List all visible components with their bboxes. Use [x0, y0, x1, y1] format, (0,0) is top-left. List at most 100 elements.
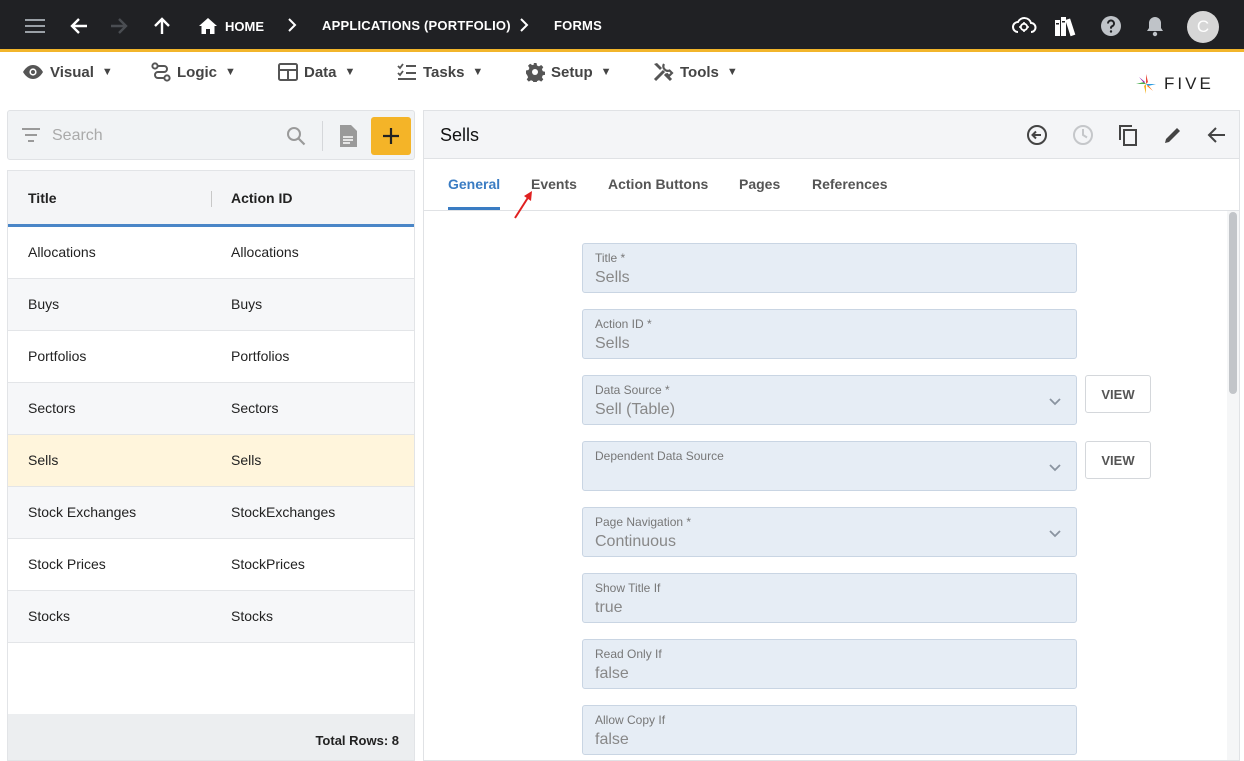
- row-title: Buys: [28, 296, 60, 312]
- field-show-title-if[interactable]: Show Title If true: [582, 573, 1077, 623]
- column-header-action-id[interactable]: Action ID: [231, 190, 292, 206]
- library-books-icon[interactable]: [1053, 13, 1079, 39]
- notifications-bell-icon[interactable]: [1142, 13, 1168, 39]
- table-header: Title Action ID: [8, 171, 414, 227]
- field-value: false: [595, 665, 629, 682]
- field-label: Allow Copy If: [595, 713, 666, 727]
- column-header-title[interactable]: Title: [28, 190, 57, 206]
- row-action-id: Sectors: [231, 400, 279, 416]
- field-value: Sell (Table): [595, 401, 676, 418]
- menu-visual[interactable]: Visual ▼: [22, 61, 113, 83]
- tab-general[interactable]: General: [448, 176, 500, 192]
- view-dependent-data-source-button[interactable]: VIEW: [1085, 441, 1151, 479]
- forward-arrow-icon[interactable]: [106, 13, 132, 39]
- field-page-navigation[interactable]: Page Navigation * Continuous: [582, 507, 1077, 557]
- user-avatar[interactable]: C: [1187, 11, 1219, 43]
- document-icon[interactable]: [338, 124, 358, 148]
- field-allow-copy-if[interactable]: Allow Copy If false: [582, 705, 1077, 755]
- close-back-arrow-icon[interactable]: [1204, 122, 1230, 148]
- table-row[interactable]: Stock Exchanges StockExchanges: [8, 487, 414, 539]
- detail-tabs: General Events Action Buttons Pages Refe…: [424, 159, 1239, 211]
- edit-pencil-icon[interactable]: [1160, 122, 1186, 148]
- menu-visual-label: Visual: [50, 63, 94, 81]
- field-label: Title *: [595, 251, 626, 265]
- column-divider: [211, 191, 212, 207]
- forms-table: Title Action ID Allocations Allocations …: [7, 170, 415, 761]
- row-title: Sells: [28, 452, 59, 468]
- table-row-selected[interactable]: Sells Sells: [8, 435, 414, 487]
- form-detail-panel: Sells General Events Action Buttons Page…: [423, 110, 1240, 761]
- table-row[interactable]: Portfolios Portfolios: [8, 331, 414, 383]
- table-icon: [278, 63, 298, 81]
- breadcrumb-home-label: HOME: [225, 18, 264, 34]
- chevron-right-icon: [520, 18, 529, 32]
- search-bar: [7, 110, 415, 160]
- breadcrumb-forms[interactable]: FORMS: [554, 18, 602, 33]
- table-row[interactable]: Allocations Allocations: [8, 227, 414, 279]
- view-data-source-button[interactable]: VIEW: [1085, 375, 1151, 413]
- field-label: Page Navigation *: [595, 515, 692, 529]
- filter-icon[interactable]: [22, 128, 40, 142]
- field-label: Dependent Data Source: [595, 449, 724, 463]
- scrollbar-thumb[interactable]: [1229, 212, 1237, 394]
- tab-events[interactable]: Events: [531, 176, 577, 192]
- tab-pages[interactable]: Pages: [739, 176, 780, 192]
- tasks-icon: [397, 63, 416, 80]
- table-row[interactable]: Buys Buys: [8, 279, 414, 331]
- copy-icon[interactable]: [1115, 122, 1141, 148]
- menu-logic[interactable]: Logic ▼: [151, 61, 236, 83]
- tab-action-buttons[interactable]: Action Buttons: [608, 176, 708, 192]
- field-title[interactable]: Title * Sells: [582, 243, 1077, 293]
- menu-tools[interactable]: Tools ▼: [652, 61, 738, 83]
- table-row[interactable]: Sectors Sectors: [8, 383, 414, 435]
- main-menu-bar: Visual ▼ Logic ▼ Data ▼ Tasks ▼ Setup ▼ …: [0, 55, 1244, 95]
- breadcrumb-applications[interactable]: APPLICATIONS (PORTFOLIO): [322, 18, 511, 33]
- field-read-only-if[interactable]: Read Only If false: [582, 639, 1077, 689]
- menu-setup-label: Setup: [551, 63, 593, 81]
- help-icon[interactable]: [1098, 13, 1124, 39]
- row-action-id: Buys: [231, 296, 263, 312]
- search-icon[interactable]: [286, 126, 306, 146]
- dropdown-caret-icon: ▼: [225, 66, 236, 78]
- field-dependent-data-source[interactable]: Dependent Data Source: [582, 441, 1077, 491]
- hamburger-menu-icon[interactable]: [22, 13, 48, 39]
- annotation-arrow-icon: [514, 191, 532, 219]
- menu-setup[interactable]: Setup ▼: [525, 61, 612, 83]
- field-label: Show Title If: [595, 581, 661, 595]
- chevron-right-icon: [288, 18, 297, 32]
- five-logo-text: FIVE: [1164, 74, 1214, 93]
- field-action-id[interactable]: Action ID * Sells: [582, 309, 1077, 359]
- row-title: Stocks: [28, 608, 71, 624]
- cloud-deploy-icon[interactable]: [1011, 13, 1037, 39]
- revert-icon[interactable]: [1024, 122, 1050, 148]
- field-value: Sells: [595, 335, 630, 352]
- plus-icon: [383, 128, 399, 144]
- home-icon: [199, 18, 217, 34]
- field-data-source[interactable]: Data Source * Sell (Table): [582, 375, 1077, 425]
- menu-tasks[interactable]: Tasks ▼: [397, 61, 483, 83]
- total-rows-count: Total Rows: 8: [315, 733, 399, 748]
- dropdown-caret-icon: ▼: [726, 66, 738, 78]
- field-label: Data Source *: [595, 383, 670, 397]
- up-arrow-icon[interactable]: [149, 13, 175, 39]
- field-value: true: [595, 599, 623, 616]
- row-action-id: Portfolios: [231, 348, 290, 364]
- gear-icon: [526, 63, 545, 82]
- five-logo-mark-icon: [1136, 74, 1156, 94]
- dropdown-caret-icon: ▼: [472, 66, 484, 78]
- table-row[interactable]: Stocks Stocks: [8, 591, 414, 643]
- add-button[interactable]: [371, 117, 411, 155]
- table-row[interactable]: Stock Prices StockPrices: [8, 539, 414, 591]
- menu-logic-label: Logic: [177, 63, 217, 81]
- back-arrow-icon[interactable]: [66, 13, 92, 39]
- tab-references[interactable]: References: [812, 176, 888, 192]
- chevron-down-icon: [1049, 398, 1061, 406]
- breadcrumb-home[interactable]: HOME: [199, 15, 264, 37]
- logic-icon: [151, 62, 171, 82]
- menu-data[interactable]: Data ▼: [278, 61, 355, 83]
- search-input[interactable]: [52, 125, 282, 147]
- row-title: Sectors: [28, 400, 76, 416]
- history-clock-icon[interactable]: [1070, 122, 1096, 148]
- chevron-down-icon: [1049, 464, 1061, 472]
- row-action-id: Allocations: [231, 244, 299, 260]
